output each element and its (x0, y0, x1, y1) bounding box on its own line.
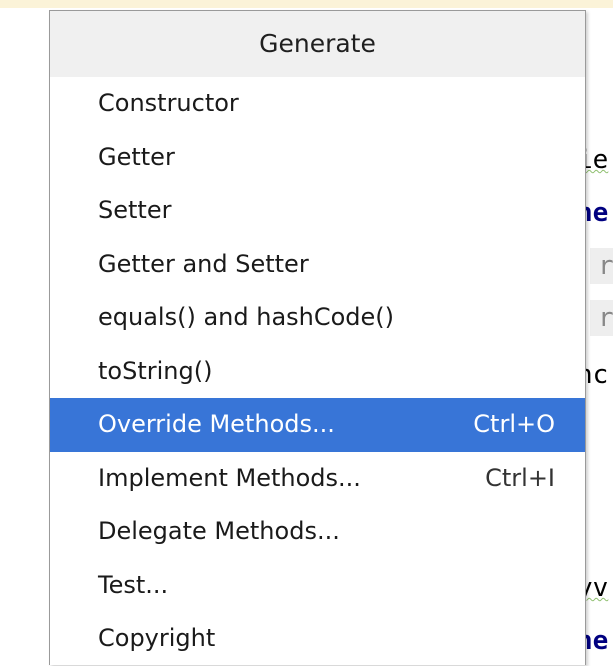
generate-menu-list: Constructor Getter Setter Getter and Set… (50, 77, 585, 666)
code-fragment: r (590, 248, 613, 284)
popup-title: Generate (50, 11, 585, 77)
menu-item-tostring[interactable]: toString() (50, 345, 585, 399)
generate-popup: Generate Constructor Getter Setter Gette… (49, 10, 586, 665)
menu-item-label: toString() (98, 356, 213, 385)
code-fragment: r (590, 300, 613, 336)
menu-item-setter[interactable]: Setter (50, 184, 585, 238)
menu-item-label: Override Methods... (98, 410, 335, 438)
menu-item-label: equals() and hashCode() (98, 303, 395, 331)
menu-item-shortcut: Ctrl+O (473, 410, 555, 438)
menu-item-label: Implement Methods... (98, 463, 361, 492)
menu-item-getter-and-setter[interactable]: Getter and Setter (50, 238, 585, 292)
menu-item-override-methods[interactable]: Override Methods... Ctrl+O (50, 398, 585, 452)
menu-item-constructor[interactable]: Constructor (50, 77, 585, 131)
menu-item-label: Test... (98, 570, 169, 599)
menu-item-label: Getter (98, 142, 175, 171)
editor-top-strip (0, 0, 613, 8)
menu-item-label: Setter (98, 196, 172, 224)
menu-item-shortcut: Ctrl+I (485, 463, 555, 492)
menu-item-implement-methods[interactable]: Implement Methods... Ctrl+I (50, 452, 585, 506)
menu-item-delegate-methods[interactable]: Delegate Methods... (50, 505, 585, 559)
menu-item-getter[interactable]: Getter (50, 131, 585, 185)
menu-item-label: Getter and Setter (98, 249, 309, 278)
menu-item-label: Delegate Methods... (98, 517, 340, 545)
menu-item-label: Copyright (98, 624, 216, 652)
menu-item-label: Constructor (98, 89, 239, 117)
menu-item-test[interactable]: Test... (50, 559, 585, 613)
menu-item-equals-hashcode[interactable]: equals() and hashCode() (50, 291, 585, 345)
menu-item-copyright[interactable]: Copyright (50, 612, 585, 666)
